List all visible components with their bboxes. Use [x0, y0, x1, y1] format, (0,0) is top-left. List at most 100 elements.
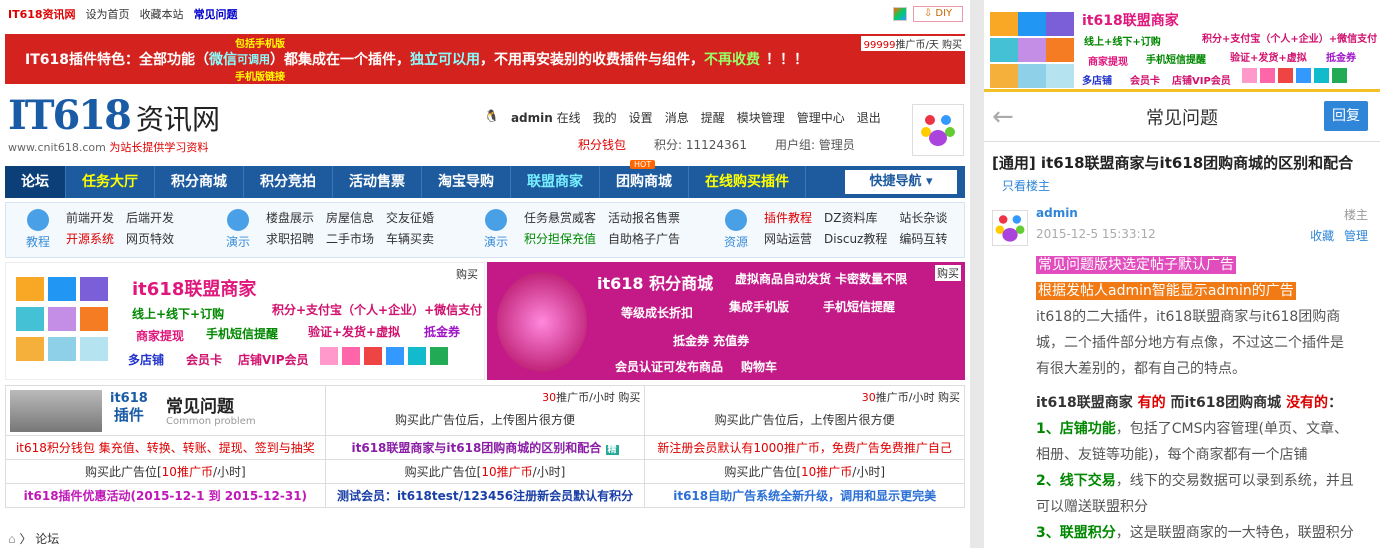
- banner-mid: ）都集成在一个插件，: [269, 52, 410, 68]
- banner-mobile-link[interactable]: 手机版链接: [235, 68, 285, 83]
- set-home-link[interactable]: 设为首页: [86, 6, 130, 22]
- feature-banner[interactable]: IT618插件特色：全部功能（ 微信 可调用 ）都集成在一个插件， 独立可以用 ，…: [5, 34, 965, 84]
- my-menu[interactable]: 我的: [593, 109, 617, 126]
- ad-text: 集成手机版: [729, 300, 790, 314]
- ad-buy-link[interactable]: 购买: [454, 266, 480, 282]
- text-ad-link[interactable]: it618插件优惠活动(2015-12-1 到 2015-12-31): [5, 483, 326, 508]
- collect-link[interactable]: 收藏: [1310, 229, 1334, 243]
- logout-link[interactable]: 退出: [857, 109, 881, 126]
- admin-center-link[interactable]: 管理中心: [797, 109, 845, 126]
- gift-icon: [1260, 68, 1275, 83]
- ad-unit: 推广币: [875, 391, 909, 404]
- reply-button[interactable]: 回复: [1324, 101, 1368, 131]
- ad-text: 抵金券 充值券: [673, 334, 750, 348]
- cat-link[interactable]: 任务悬赏威客: [524, 209, 596, 226]
- ad-buy[interactable]: /小时 购买: [909, 391, 960, 404]
- ad-slot-small[interactable]: 购买此广告位[10推广币/小时]: [5, 459, 326, 484]
- cat-icon-label: 演示: [225, 235, 250, 249]
- cat-link[interactable]: 自助格子广告: [608, 230, 680, 247]
- cat-link[interactable]: 站长杂谈: [899, 209, 947, 226]
- brand-logo[interactable]: IT618 资讯网 www.cnit618.com 为站长提供学习资料: [8, 92, 220, 155]
- nav-item-auction[interactable]: 积分竞拍: [244, 166, 333, 198]
- cat-link[interactable]: 二手市场: [326, 230, 374, 247]
- cat-link[interactable]: 后端开发: [126, 209, 174, 226]
- cat-link[interactable]: Discuz教程: [824, 230, 887, 247]
- username-link[interactable]: admin: [511, 111, 553, 125]
- home-icon[interactable]: ⌂: [8, 532, 16, 546]
- site-logo-link[interactable]: IT618资讯网: [8, 6, 76, 22]
- cat-link[interactable]: 前端开发: [66, 209, 114, 226]
- ad-price-badge[interactable]: 99999推广币/天 购买: [860, 36, 965, 51]
- text-ad-link[interactable]: it618自助广告系统全新升级，调用和显示更完美: [644, 483, 965, 508]
- manage-link[interactable]: 管理: [1344, 229, 1368, 243]
- only-author-link[interactable]: 只看楼主: [984, 177, 1380, 194]
- mobile-title: 常见问题: [1146, 107, 1218, 129]
- tile-icon: [1018, 12, 1046, 36]
- cart-icon: [1332, 68, 1347, 83]
- group-menu[interactable]: 用户组: 管理员: [775, 136, 855, 153]
- back-arrow-icon[interactable]: ←: [992, 102, 1014, 132]
- highlight-ad[interactable]: 根据发帖人admin智能显示admin的广告: [1036, 282, 1296, 300]
- settings-link[interactable]: 设置: [629, 109, 653, 126]
- ad-text: 店铺VIP会员: [238, 353, 309, 367]
- modules-link[interactable]: 模块管理: [737, 109, 785, 126]
- faq-plugin: 插件: [113, 406, 144, 424]
- author-name[interactable]: admin: [1036, 206, 1078, 223]
- cat-link[interactable]: 车辆买卖: [386, 230, 434, 247]
- nav-item-taobao[interactable]: 淘宝导购: [422, 166, 511, 198]
- ad-slot[interactable]: 30推广币/小时 购买 购买此广告位后，上传图片很方便: [644, 385, 965, 436]
- cat-link[interactable]: 积分担保充值: [524, 230, 596, 247]
- skin-icon[interactable]: [893, 7, 907, 21]
- mobile-header: ← 常见问题 回复: [984, 92, 1380, 142]
- nav-item-buy-plugin[interactable]: 在线购买插件: [689, 166, 806, 198]
- ad-slot-small[interactable]: 购买此广告位[10推广币/小时]: [644, 459, 965, 484]
- ad-slot-small[interactable]: 购买此广告位[10推广币/小时]: [324, 459, 646, 484]
- nav-item-tickets[interactable]: 活动售票: [333, 166, 422, 198]
- nav-item-union[interactable]: 联盟商家: [511, 166, 600, 198]
- wallet-link[interactable]: 积分钱包: [578, 136, 626, 153]
- mobile-ad-banner[interactable]: it618联盟商家 线上+线下+订购 积分+支付宝（个人+企业）+微信支付 商家…: [984, 0, 1380, 92]
- breadcrumb-forum[interactable]: 论坛: [35, 532, 59, 546]
- favorite-link[interactable]: 收藏本站: [140, 6, 184, 22]
- cat-link[interactable]: DZ资料库: [824, 209, 887, 226]
- cat-link[interactable]: 开源系统: [66, 230, 114, 247]
- diy-button[interactable]: ⇩ DIY: [913, 6, 963, 22]
- author-avatar[interactable]: [992, 210, 1028, 246]
- cat-link[interactable]: 插件教程: [764, 209, 812, 226]
- ad-unit: 推广币: [556, 391, 590, 404]
- text-ad-link[interactable]: it618积分钱包 集充值、转换、转账、提现、签到与抽奖: [5, 435, 326, 460]
- text-ad-link[interactable]: 测试会员：it618test/123456注册新会员默认有积分: [324, 483, 646, 508]
- cat-link[interactable]: 活动报名售票: [608, 209, 680, 226]
- cat-link[interactable]: 网站运营: [764, 230, 812, 247]
- text-ad-link[interactable]: it618联盟商家与it618团购商城的区别和配合 精: [324, 435, 646, 460]
- cat-link[interactable]: 网页特效: [126, 230, 174, 247]
- points-mall-ad[interactable]: it618 积分商城 虚拟商品自动发货 卡密数量不限 等级成长折扣 集成手机版 …: [487, 262, 965, 380]
- remind-link[interactable]: 提醒: [701, 109, 725, 126]
- highlight-ad[interactable]: 常见问题版块选定帖子默认广告: [1036, 256, 1236, 274]
- post: admin 楼主 2015-12-5 15:33:12 收藏 管理: [984, 194, 1380, 246]
- cat-icon-label: 演示: [483, 235, 508, 249]
- union-merchant-ad[interactable]: it618联盟商家 线上+线下+订购 积分+支付宝（个人+企业）+微信支付 商家…: [5, 262, 485, 380]
- quick-nav-button[interactable]: 快捷导航 ▾: [845, 170, 957, 194]
- ad-slot[interactable]: 30推广币/小时 购买 购买此广告位后，上传图片很方便: [324, 385, 646, 436]
- nav-item-group-buy[interactable]: 团购商城: [600, 166, 689, 198]
- text-ad-link[interactable]: 新注册会员默认有1000推广币，免费广告免费推广自己: [644, 435, 965, 460]
- bag-icon: [485, 209, 507, 231]
- cat-link[interactable]: 楼盘展示: [266, 209, 314, 226]
- nav-item-forum[interactable]: 论坛: [5, 166, 66, 198]
- cat-link[interactable]: 交友征婚: [386, 209, 434, 226]
- tile-icon: [1046, 64, 1074, 88]
- tile-icon: [80, 337, 108, 361]
- points-menu[interactable]: 积分: 11124361: [654, 136, 747, 153]
- faq-link[interactable]: 常见问题: [194, 6, 238, 22]
- ad-buy-link[interactable]: 购买: [935, 265, 961, 281]
- messages-link[interactable]: 消息: [665, 109, 689, 126]
- cat-link[interactable]: 求职招聘: [266, 230, 314, 247]
- nav-item-mall[interactable]: 积分商城: [155, 166, 244, 198]
- avatar[interactable]: [912, 104, 964, 156]
- cat-link[interactable]: 房屋信息: [326, 209, 374, 226]
- nav-item-tasks[interactable]: 任务大厅: [66, 166, 155, 198]
- ad-buy[interactable]: /小时 购买: [589, 391, 640, 404]
- cat-link[interactable]: 编码互转: [899, 230, 947, 247]
- faq-banner[interactable]: it618 插件 常见问题 Common problem: [5, 385, 326, 436]
